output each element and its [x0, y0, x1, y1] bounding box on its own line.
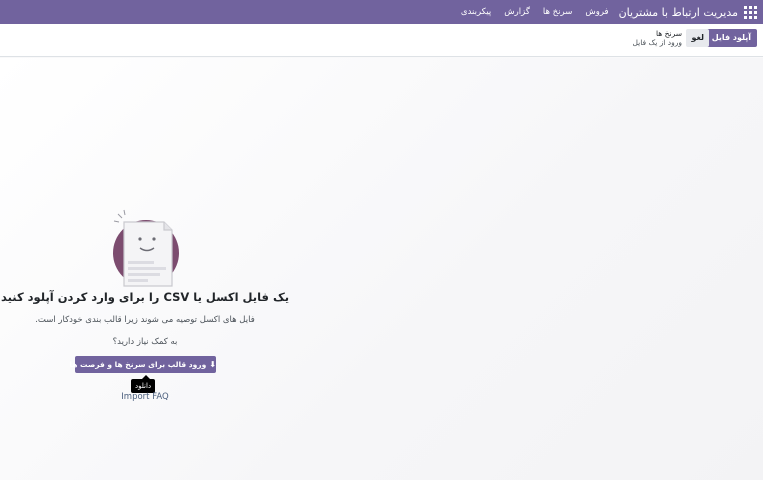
download-template-button[interactable]: ⬇ورود قالب برای سرنخ ها و فرصت ها	[69, 356, 216, 373]
breadcrumb-root[interactable]: سرنخ ها	[632, 29, 682, 38]
menu-item-reporting[interactable]: گزارش	[504, 7, 530, 17]
import-help-title: یک فایل اکسل یا CSV را برای وارد کردن آپ…	[0, 290, 290, 304]
main-menu: فروش سرنخ ها گزارش پیکربندی	[448, 7, 609, 17]
apps-grid-icon[interactable]	[744, 5, 757, 19]
top-navbar: مدیریت ارتباط با مشتریان فروش سرنخ ها گز…	[0, 0, 763, 24]
app-brand[interactable]: مدیریت ارتباط با مشتریان	[619, 6, 738, 19]
upload-file-button[interactable]: آپلود فایل	[705, 29, 757, 47]
document-smiley-illustration	[113, 209, 179, 287]
need-help-text: به کمک نیاز دارید؟	[112, 337, 178, 347]
breadcrumb: سرنخ ها ورود از یک فایل	[632, 29, 682, 47]
menu-item-leads[interactable]: سرنخ ها	[543, 7, 572, 17]
cancel-button[interactable]: لغو	[686, 29, 709, 47]
menu-item-configuration[interactable]: پیکربندی	[461, 7, 491, 17]
download-tooltip: دانلود	[131, 379, 156, 393]
import-help-description: فایل های اکسل توصیه می شوند زیرا قالب بن…	[35, 315, 255, 325]
download-icon: ⬇	[209, 360, 216, 369]
import-faq-link[interactable]: Import FAQ	[0, 392, 290, 402]
menu-item-sales[interactable]: فروش	[585, 7, 608, 17]
breadcrumb-current: ورود از یک فایل	[632, 38, 682, 47]
download-template-label: ورود قالب برای سرنخ ها و فرصت ها	[69, 360, 207, 369]
control-panel: آپلود فایل لغو سرنخ ها ورود از یک فایل	[0, 24, 763, 57]
